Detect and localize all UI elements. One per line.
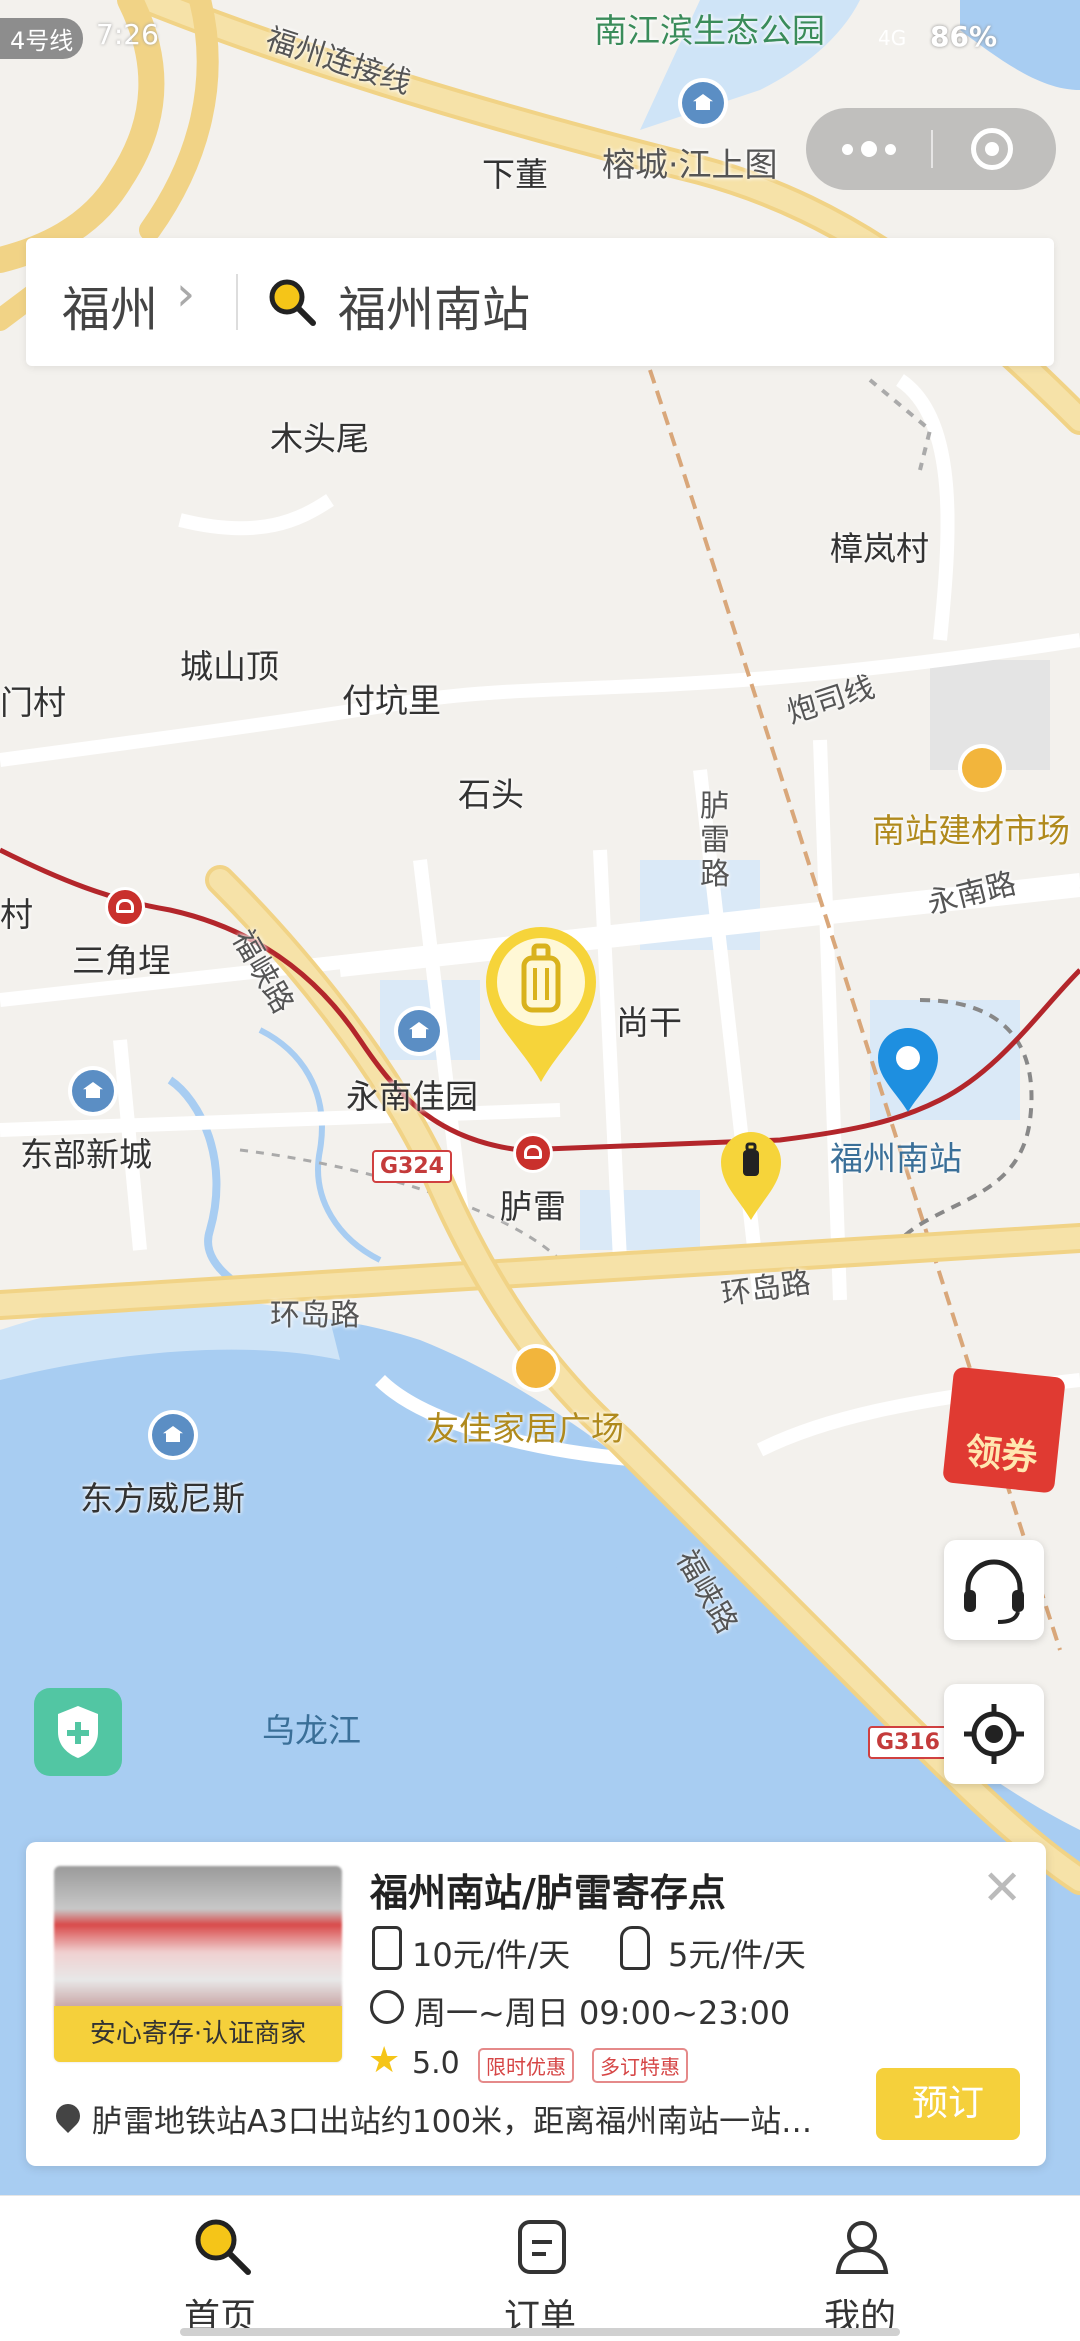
poi-icon (962, 748, 1002, 788)
tab-orders[interactable]: 订单 (360, 2196, 720, 2341)
mini-program-capsule (806, 108, 1056, 190)
map-label: 尚干 (616, 1003, 682, 1042)
map-label: 乌龙江 (262, 1711, 361, 1750)
business-hours: 周一~周日 09:00~23:00 (414, 1994, 791, 2032)
map-label: 南站建材市场 (872, 811, 1070, 850)
coupon-label: 领券 (963, 1431, 1040, 1480)
book-button[interactable]: 预订 (876, 2068, 1020, 2140)
storage-point-card[interactable]: 安心寄存·认证商家 福州南站/胪雷寄存点 ✕ 10元/件/天 5元/件/天 周一… (26, 1842, 1046, 2166)
certified-badge: 安心寄存·认证商家 (54, 2006, 342, 2062)
highway-shield: G324 (372, 1150, 452, 1183)
user-icon (835, 2221, 889, 2274)
chevron-right-icon: › (176, 266, 196, 322)
capsule-divider (931, 130, 933, 168)
map-label: 下董 (482, 155, 548, 194)
promo-tag: 限时优惠 (478, 2048, 574, 2083)
more-menu-button[interactable] (806, 108, 931, 190)
residential-icon (682, 82, 724, 124)
poi-icon (516, 1348, 556, 1388)
map-label: 付坑里 (342, 681, 441, 720)
destination-pin-icon (878, 1028, 938, 1112)
shield-plus-icon (58, 1706, 98, 1758)
luggage-storage-marker-selected[interactable] (480, 924, 602, 1086)
map-label: 永南佳园 (346, 1077, 478, 1116)
battery-level: 86% (930, 20, 998, 53)
rating: 5.0 (412, 2046, 460, 2081)
bottom-tab-bar: 首页 订单 我的 (0, 2195, 1080, 2341)
residential-icon (152, 1414, 194, 1456)
map-label: 东方威尼斯 (80, 1479, 245, 1518)
tab-home[interactable]: 首页 (40, 2196, 400, 2341)
metro-line-badge: 4号线 (0, 18, 84, 59)
suitcase-icon (372, 1926, 402, 1970)
home-indicator (180, 2328, 900, 2336)
location-pin-icon (51, 2099, 85, 2133)
map-label: 胪雷 (500, 1187, 566, 1226)
search-bar: 福州 › 福州南站 (26, 238, 1054, 366)
map-label: 东部新城 (20, 1135, 152, 1174)
status-bar: 4号线 7:26 4G 86% (0, 0, 1080, 76)
map-label: 樟岚村 (830, 529, 929, 568)
coupon-redpacket-button[interactable]: 领券 (942, 1366, 1066, 1494)
star-icon: ★ (368, 2040, 401, 2081)
metro-station-icon (108, 890, 142, 924)
residential-icon (72, 1070, 114, 1112)
map-label: 胪雷路 (700, 789, 730, 892)
map-label: 木头尾 (270, 419, 369, 458)
locate-icon (964, 1704, 1024, 1764)
price-small-luggage: 5元/件/天 (668, 1936, 806, 1974)
promo-tag: 多订特惠 (592, 2048, 688, 2083)
tab-profile[interactable]: 我的 (680, 2196, 1040, 2341)
map-label: 城山顶 (180, 647, 279, 686)
locate-me-button[interactable] (944, 1684, 1044, 1784)
clock-icon (370, 1990, 404, 2024)
map-label: 石头 (458, 775, 524, 814)
order-list-icon (518, 2220, 566, 2274)
luggage-storage-marker[interactable] (718, 1130, 784, 1222)
close-icon[interactable]: ✕ (982, 1864, 1022, 1912)
store-address: 胪雷地铁站A3口出站约100米，距离福州南站一站… (92, 2104, 813, 2140)
map-label: 三角埕 (72, 941, 171, 980)
search-input[interactable]: 福州南站 (338, 270, 530, 340)
backpack-icon (620, 1926, 650, 1970)
store-title: 福州南站/胪雷寄存点 (370, 1871, 726, 1915)
close-miniprogram-icon[interactable] (971, 128, 1013, 170)
status-time: 7:26 (96, 18, 159, 51)
network-type: 4G (878, 26, 907, 50)
highway-shield: G316 (868, 1726, 948, 1759)
headset-icon (964, 1559, 1024, 1624)
map-label: 门村 (0, 683, 66, 722)
price-large-luggage: 10元/件/天 (412, 1936, 571, 1974)
customer-service-button[interactable] (944, 1540, 1044, 1640)
search-icon (269, 279, 316, 326)
city-selector[interactable]: 福州 (62, 270, 158, 340)
map-label: 村 (0, 895, 33, 934)
residential-icon (398, 1010, 440, 1052)
map-label: 环岛路 (270, 1298, 360, 1333)
search-icon (195, 2219, 251, 2275)
map-label: 榕城·江上图 (602, 145, 778, 184)
map-label: 福州南站 (830, 1139, 962, 1178)
metro-station-icon (516, 1136, 550, 1170)
map-label: 友佳家居广场 (426, 1409, 624, 1448)
search-divider (236, 274, 238, 330)
insurance-button[interactable] (34, 1688, 122, 1776)
